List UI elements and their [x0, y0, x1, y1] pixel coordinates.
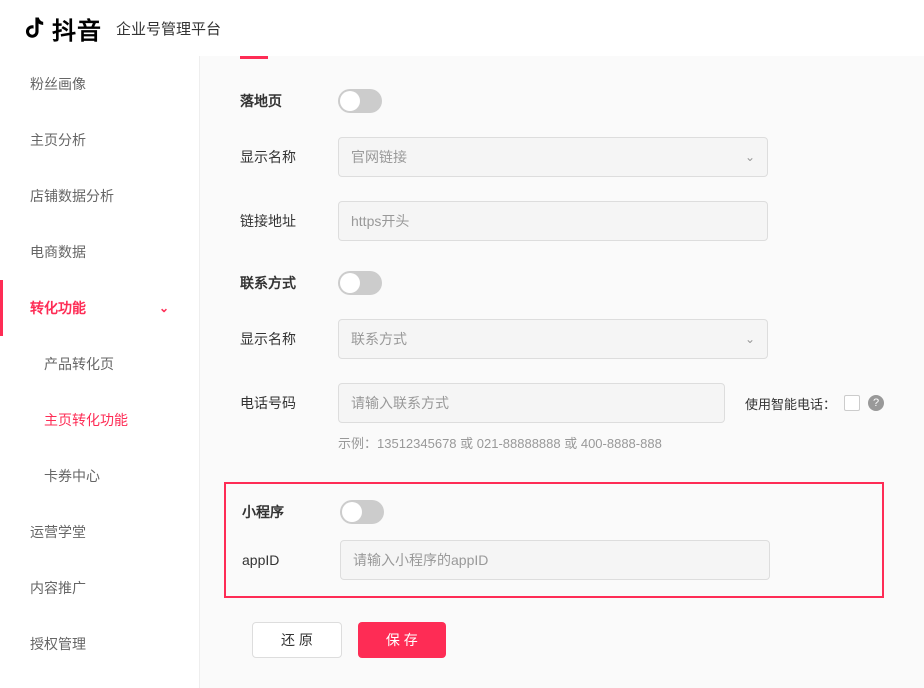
smart-phone-label: 使用智能电话： — [745, 394, 836, 413]
landing-name-dropdown[interactable]: 官网链接 ⌄ — [338, 137, 768, 177]
logo: 抖音 — [20, 11, 102, 46]
miniapp-appid-label: appID — [242, 552, 322, 568]
sidebar-subitem-homepage-conversion[interactable]: 主页转化功能 — [0, 392, 199, 448]
landing-title: 落地页 — [240, 91, 320, 111]
sidebar-subitem-label: 主页转化功能 — [44, 412, 128, 428]
miniapp-title: 小程序 — [242, 502, 322, 522]
phone-example-text: 示例：13512345678 或 021-88888888 或 400-8888… — [338, 433, 884, 452]
landing-name-label: 显示名称 — [240, 147, 320, 167]
sidebar-item-label: 店铺数据分析 — [30, 186, 114, 206]
sidebar-item-label: 内容推广 — [30, 578, 86, 598]
sidebar-item-conversion[interactable]: 转化功能 ⌄ — [0, 280, 199, 336]
sidebar-item-auth-management[interactable]: 授权管理 — [0, 616, 199, 672]
sidebar-item-label: 粉丝画像 — [30, 74, 86, 94]
sidebar-item-ecommerce-data[interactable]: 电商数据 — [0, 224, 199, 280]
sidebar-subitem-label: 卡券中心 — [44, 468, 100, 484]
miniapp-appid-input[interactable] — [340, 540, 770, 580]
header: 抖音 企业号管理平台 — [0, 0, 924, 56]
help-icon[interactable]: ? — [868, 395, 884, 411]
douyin-logo-icon — [20, 14, 48, 42]
sidebar-item-operation-school[interactable]: 运营学堂 — [0, 504, 199, 560]
contact-name-label: 显示名称 — [240, 329, 320, 349]
dropdown-arrow-icon: ⌄ — [745, 332, 755, 346]
miniapp-toggle[interactable] — [340, 500, 384, 524]
sidebar: 粉丝画像 主页分析 店铺数据分析 电商数据 转化功能 ⌄ 产品转化页 主页转化功… — [0, 56, 200, 688]
sidebar-item-homepage-analysis[interactable]: 主页分析 — [0, 112, 199, 168]
sidebar-item-fans-profile[interactable]: 粉丝画像 — [0, 56, 199, 112]
contact-phone-input[interactable] — [338, 383, 725, 423]
sidebar-item-label: 主页分析 — [30, 130, 86, 150]
sidebar-item-content-promotion[interactable]: 内容推广 — [0, 560, 199, 616]
sidebar-subitem-coupon-center[interactable]: 卡券中心 — [0, 448, 199, 504]
tab-indicator — [240, 56, 268, 59]
contact-phone-label: 电话号码 — [240, 393, 320, 413]
sidebar-subitem-label: 产品转化页 — [44, 356, 114, 372]
button-row: 还 原 保 存 — [252, 622, 884, 658]
sidebar-item-label: 授权管理 — [30, 634, 86, 654]
sidebar-item-label: 转化功能 — [30, 298, 86, 318]
sidebar-item-shop-data[interactable]: 店铺数据分析 — [0, 168, 199, 224]
sidebar-item-label: 电商数据 — [30, 242, 86, 262]
landing-toggle[interactable] — [338, 89, 382, 113]
contact-toggle[interactable] — [338, 271, 382, 295]
section-miniapp-highlight: 小程序 appID — [224, 482, 884, 598]
sidebar-subitem-product-conversion[interactable]: 产品转化页 — [0, 336, 199, 392]
chevron-down-icon: ⌄ — [159, 301, 169, 315]
dropdown-arrow-icon: ⌄ — [745, 150, 755, 164]
smart-phone-option: 使用智能电话： ? — [745, 394, 884, 413]
sidebar-item-label: 运营学堂 — [30, 522, 86, 542]
header-subtitle: 企业号管理平台 — [116, 18, 221, 39]
section-contact: 联系方式 显示名称 联系方式 ⌄ 电话号码 使用智能电话： ? 示例：135 — [240, 271, 884, 452]
contact-title: 联系方式 — [240, 273, 320, 293]
logo-text: 抖音 — [52, 11, 102, 46]
reset-button[interactable]: 还 原 — [252, 622, 342, 658]
contact-name-dropdown[interactable]: 联系方式 ⌄ — [338, 319, 768, 359]
dropdown-value: 联系方式 — [351, 329, 407, 349]
save-button[interactable]: 保 存 — [358, 622, 446, 658]
landing-link-label: 链接地址 — [240, 211, 320, 231]
landing-link-input[interactable] — [338, 201, 768, 241]
section-landing: 落地页 显示名称 官网链接 ⌄ 链接地址 — [240, 89, 884, 241]
content-area: 落地页 显示名称 官网链接 ⌄ 链接地址 联系方式 显示名称 — [200, 56, 924, 688]
smart-phone-checkbox[interactable] — [844, 395, 860, 411]
dropdown-value: 官网链接 — [351, 147, 407, 167]
